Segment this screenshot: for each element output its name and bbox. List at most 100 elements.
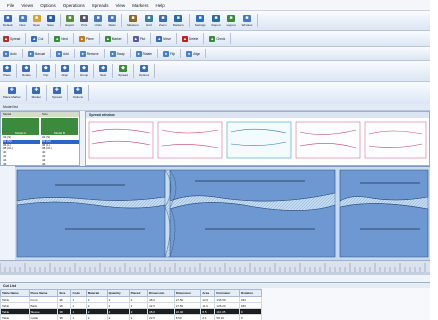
toolbar-separator [112, 64, 114, 78]
piece-tool-button[interactable]: ▲ Piece [78, 35, 94, 42]
column-header-code[interactable]: Code [70, 289, 87, 297]
marker-tool-button[interactable]: ▲ Marker [104, 35, 122, 42]
spread-preview-pieces [88, 121, 427, 159]
menu-markers[interactable]: Markers [132, 3, 148, 8]
save-button[interactable]: ■ Save [46, 14, 55, 27]
add-nest-button[interactable]: ● Add [56, 50, 69, 57]
menu-file[interactable]: File [7, 3, 14, 8]
toolbar-separator [103, 48, 105, 59]
new-button[interactable]: ■ New [18, 14, 27, 27]
nest-tool-label: Nest [61, 36, 68, 41]
menu-view[interactable]: View [116, 3, 126, 8]
column-header-dimension[interactable]: Dimension [147, 289, 175, 297]
marker-canvas[interactable] [15, 166, 430, 261]
rotate-place-button[interactable]: ◆ Rotate [22, 65, 31, 77]
menu-help[interactable]: Help [155, 3, 164, 8]
menu-spreads[interactable]: Spreads [92, 3, 109, 8]
column-header-placed[interactable]: Placed [128, 289, 149, 297]
cut-tool-button[interactable]: ▲ Cut [31, 35, 43, 42]
manual-nest-button[interactable]: ● Manual [27, 50, 45, 57]
report-icon: ■ [212, 14, 221, 22]
group-place-button[interactable]: ◆ Group [80, 65, 88, 77]
toolbar-separator [88, 85, 90, 101]
place-place-button[interactable]: ◆ Place [3, 65, 11, 77]
nest-tool-button[interactable]: ▲ Nest [54, 35, 68, 42]
measure-button[interactable]: ■ Measure [127, 14, 139, 27]
flip-nest-button[interactable]: ● Flip [162, 50, 175, 57]
flip-place-button[interactable]: ◆ Flip [41, 65, 50, 77]
table-row[interactable]: Table Collar 38 1 2 2 2 22.5 8.50 2.1 58.10 0 [0, 314, 263, 320]
swap-nest-button[interactable]: ● Swap [109, 50, 125, 57]
folder-icon: ■ [32, 14, 41, 22]
print-button[interactable]: ■ Print [80, 14, 89, 27]
grid-button[interactable]: ■ Grid [144, 14, 153, 27]
remove-icon: ● [79, 50, 86, 57]
group-icon: ◆ [80, 65, 89, 72]
column-header-rotation[interactable]: Rotation [238, 289, 263, 297]
marker-marker-button[interactable]: ✚ Marker [32, 87, 41, 99]
align-nest-button[interactable]: ● Align [186, 50, 200, 57]
column-header-size[interactable]: Size [57, 289, 72, 297]
menu-views[interactable]: Views [21, 3, 33, 8]
redo-button[interactable]: ■ Redo [108, 14, 117, 27]
layout-button[interactable]: ■ Layout [227, 14, 236, 27]
open-button[interactable]: ■ Open [32, 14, 41, 27]
ruler-ticks [0, 263, 430, 275]
column-header-material[interactable]: Material [85, 289, 108, 297]
settings-button[interactable]: ■ Settings [194, 14, 206, 27]
size-list: 32 (S) 34 (M) 36 (L) 38 (XL) 40 42 44 46 32 (S)… [1, 135, 79, 166]
gear-icon: ■ [196, 14, 205, 22]
column-header-dimension[interactable]: Dimension [173, 289, 202, 297]
toolbar-separator [73, 48, 75, 59]
measure-label: Measure [127, 22, 139, 27]
export-button[interactable]: ■ Export [66, 14, 74, 27]
nest-place-button[interactable]: ◆ Nest [99, 65, 108, 77]
align-place-button[interactable]: ◆ Align [60, 65, 69, 77]
settings-label: Settings [194, 22, 206, 27]
column-header-perimeter[interactable]: Perimeter [214, 289, 240, 297]
application-window: File Views Options Operations Spreads View Mar… [0, 0, 430, 320]
menu-operations[interactable]: Operations [63, 3, 85, 8]
spread-marker-button[interactable]: ✚ Spread [52, 87, 62, 99]
column-header-table-name[interactable]: Table Name [0, 289, 30, 297]
canvas-ruler[interactable] [0, 260, 430, 275]
menu-options[interactable]: Options [40, 3, 56, 8]
rotate-nest-button[interactable]: ● Rotate [135, 50, 152, 57]
delete-tool-button[interactable]: ▲ Delete [182, 35, 198, 42]
column-header-area[interactable]: Area [200, 289, 216, 297]
markers-button[interactable]: ■ Markers [173, 14, 184, 27]
model-thumbnail-b[interactable]: Model B [41, 118, 78, 135]
report-button[interactable]: ■ Report [212, 14, 221, 27]
nest-icon: ◆ [99, 65, 108, 72]
column-header-piece-name[interactable]: Piece Name [28, 289, 59, 297]
model-thumbnail-a[interactable]: Model A [2, 118, 39, 135]
model-list-title: Model list [3, 105, 18, 109]
model-panel-header: Model Size [1, 112, 79, 117]
default-button[interactable]: ■ Default [3, 14, 13, 27]
cut-list-table: Table Name Piece Name Size Code Material Quan… [0, 289, 263, 320]
undo-label: Undo [94, 22, 102, 27]
plot-tool-button[interactable]: ▲ Plot [132, 35, 145, 42]
remove-nest-button[interactable]: ● Remove [79, 50, 99, 57]
zoom-button[interactable]: ■ Zoom [158, 14, 167, 27]
zoom-icon: ■ [158, 14, 167, 22]
move-tool-button[interactable]: ▲ Move [156, 35, 171, 42]
spread-tool-button[interactable]: ▲ Spread [3, 35, 20, 42]
auto-nest-button[interactable]: ● Auto [3, 50, 17, 57]
grid-icon: ■ [144, 14, 153, 22]
marker-tool-label: Marker [111, 36, 122, 41]
toolbar-separator [203, 33, 205, 44]
check-tool-button[interactable]: ▲ Check [209, 35, 225, 42]
column-header-quantity[interactable]: Quantity [106, 289, 130, 297]
undo-button[interactable]: ■ Undo [94, 14, 103, 27]
options-marker-button[interactable]: ✚ Options [73, 87, 83, 99]
manual-icon: ● [27, 50, 34, 57]
size-column-a: 32 (S) 34 (M) 36 (L) 38 (XL) 40 42 44 46 [1, 135, 40, 166]
align-icon: ● [186, 50, 193, 57]
spread-place-button[interactable]: ◆ Spread [118, 65, 128, 77]
rotate-icon: ● [135, 50, 142, 57]
redo-icon: ■ [108, 14, 117, 22]
place-marker-marker-button[interactable]: ✚ Place Marker [3, 87, 21, 99]
window-button[interactable]: ■ Window [242, 14, 252, 27]
options-place-button[interactable]: ◆ Options [139, 65, 149, 77]
